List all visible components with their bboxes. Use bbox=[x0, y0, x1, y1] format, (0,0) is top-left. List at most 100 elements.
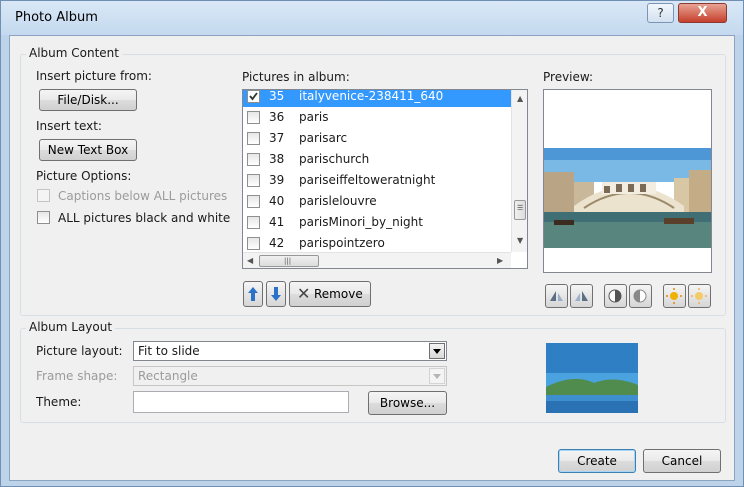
picture-layout-label: Picture layout: bbox=[36, 344, 123, 358]
rotate-left-button[interactable] bbox=[545, 284, 568, 308]
picture-number: 41 bbox=[269, 215, 285, 229]
chevron-down-icon[interactable] bbox=[429, 343, 445, 359]
captions-below-label: Captions below ALL pictures bbox=[58, 189, 228, 203]
picture-layout-select[interactable]: Fit to slide bbox=[133, 341, 447, 361]
picture-name: paris bbox=[299, 110, 329, 124]
window-title: Photo Album bbox=[15, 10, 98, 25]
picture-number: 40 bbox=[269, 194, 285, 208]
picture-number: 39 bbox=[269, 173, 285, 187]
remove-button[interactable]: ✕ Remove bbox=[289, 281, 371, 307]
contrast-down-icon bbox=[633, 289, 647, 303]
cancel-button[interactable]: Cancel bbox=[643, 449, 721, 473]
more-contrast-button[interactable] bbox=[604, 284, 627, 308]
scroll-down-arrow-icon[interactable]: ▼ bbox=[517, 236, 523, 245]
captions-below-checkbox[interactable] bbox=[37, 189, 50, 202]
frame-shape-value: Rectangle bbox=[138, 369, 198, 383]
remove-button-label: Remove bbox=[314, 287, 363, 301]
picture-number: 35 bbox=[269, 89, 285, 103]
more-brightness-button[interactable] bbox=[663, 284, 686, 308]
list-item[interactable]: 40 parislelouvre bbox=[243, 191, 511, 212]
list-item[interactable]: 35 italyvenice-238411_640 bbox=[243, 89, 511, 107]
create-button[interactable]: Create bbox=[558, 449, 636, 473]
album-layout-title: Album Layout bbox=[26, 320, 116, 334]
picture-checkbox[interactable] bbox=[247, 174, 260, 187]
rotate-right-button[interactable] bbox=[570, 284, 593, 308]
venice-bridge-preview-image bbox=[544, 90, 711, 272]
rotate-left-icon bbox=[550, 291, 563, 301]
layout-preview-image bbox=[544, 339, 640, 415]
frame-shape-label: Frame shape: bbox=[36, 369, 118, 383]
preview-pane bbox=[543, 89, 712, 273]
picture-checkbox[interactable] bbox=[247, 195, 260, 208]
brightness-down-icon bbox=[691, 288, 707, 304]
close-button[interactable]: X bbox=[678, 3, 727, 23]
picture-checkbox[interactable] bbox=[247, 153, 260, 166]
vertical-scroll-thumb[interactable]: ☰ bbox=[514, 200, 526, 220]
black-and-white-label: ALL pictures black and white bbox=[58, 211, 231, 225]
list-item[interactable]: 38 parischurch bbox=[243, 149, 511, 170]
file-disk-button-label: File/Disk... bbox=[57, 93, 119, 107]
theme-input[interactable] bbox=[133, 391, 349, 413]
black-and-white-checkbox[interactable] bbox=[37, 211, 50, 224]
insert-picture-from-label: Insert picture from: bbox=[36, 69, 152, 83]
theme-label: Theme: bbox=[36, 395, 82, 409]
list-item[interactable]: 41 parisMinori_by_night bbox=[243, 212, 511, 233]
list-item[interactable]: 42 parispointzero bbox=[243, 233, 511, 254]
dialog-body: Album Content Insert picture from: File/… bbox=[9, 35, 735, 481]
new-text-box-button-label: New Text Box bbox=[47, 143, 129, 157]
horizontal-scrollbar[interactable]: ◀ ||| ▶ bbox=[243, 252, 511, 268]
picture-name: pariseiffeltoweratnight bbox=[299, 173, 436, 187]
help-button[interactable]: ? bbox=[647, 3, 674, 23]
list-item[interactable]: 37 parisarc bbox=[243, 128, 511, 149]
picture-layout-value: Fit to slide bbox=[138, 344, 200, 358]
new-text-box-button[interactable]: New Text Box bbox=[39, 139, 137, 161]
remove-x-icon: ✕ bbox=[297, 284, 311, 303]
file-disk-button[interactable]: File/Disk... bbox=[39, 89, 137, 111]
picture-name: parislelouvre bbox=[299, 194, 377, 208]
scroll-left-arrow-icon[interactable]: ◀ bbox=[247, 256, 253, 265]
picture-name: parischurch bbox=[299, 152, 370, 166]
horizontal-scroll-thumb[interactable]: ||| bbox=[259, 255, 319, 267]
album-content-title: Album Content bbox=[26, 46, 122, 60]
scroll-right-arrow-icon[interactable]: ▶ bbox=[497, 256, 503, 265]
picture-number: 38 bbox=[269, 152, 285, 166]
move-up-button[interactable] bbox=[243, 281, 263, 307]
picture-name: parisMinori_by_night bbox=[299, 215, 423, 229]
picture-checkbox[interactable] bbox=[247, 111, 260, 124]
picture-checkbox[interactable] bbox=[247, 216, 260, 229]
less-contrast-button[interactable] bbox=[629, 284, 652, 308]
arrow-up-icon bbox=[248, 287, 258, 301]
preview-label: Preview: bbox=[543, 70, 594, 84]
rotate-right-icon bbox=[575, 291, 588, 301]
title-bar: Photo Album ? X bbox=[1, 1, 743, 35]
move-down-button[interactable] bbox=[266, 281, 286, 307]
pictures-list[interactable]: 35 italyvenice-238411_640 36 paris 37 parisar… bbox=[242, 89, 528, 269]
arrow-down-icon bbox=[271, 287, 281, 301]
brightness-up-icon bbox=[666, 288, 682, 304]
picture-name: parisarc bbox=[299, 131, 348, 145]
picture-checkbox[interactable] bbox=[247, 237, 260, 250]
picture-checkbox[interactable] bbox=[247, 90, 260, 103]
list-item[interactable]: 36 paris bbox=[243, 107, 511, 128]
picture-number: 42 bbox=[269, 236, 285, 250]
picture-name: parispointzero bbox=[299, 236, 385, 250]
pictures-in-album-label: Pictures in album: bbox=[242, 70, 350, 84]
scroll-up-arrow-icon[interactable]: ▲ bbox=[517, 94, 523, 103]
picture-name: italyvenice-238411_640 bbox=[299, 89, 444, 103]
cancel-button-label: Cancel bbox=[661, 454, 703, 468]
scroll-grip-icon: ||| bbox=[284, 257, 292, 265]
list-item[interactable]: 39 pariseiffeltoweratnight bbox=[243, 170, 511, 191]
frame-shape-select[interactable]: Rectangle bbox=[133, 366, 447, 386]
vertical-scrollbar[interactable]: ▲ ☰ ▼ bbox=[511, 90, 527, 252]
picture-checkbox[interactable] bbox=[247, 132, 260, 145]
browse-button[interactable]: Browse... bbox=[368, 391, 447, 415]
checkmark-icon bbox=[249, 92, 258, 101]
picture-options-label: Picture Options: bbox=[36, 169, 132, 183]
chevron-down-icon[interactable] bbox=[429, 368, 445, 384]
insert-text-label: Insert text: bbox=[36, 119, 102, 133]
less-brightness-button[interactable] bbox=[688, 284, 711, 308]
picture-number: 36 bbox=[269, 110, 285, 124]
dialog-window: Photo Album ? X Album Content Insert pic… bbox=[0, 0, 744, 487]
picture-number: 37 bbox=[269, 131, 285, 145]
browse-button-label: Browse... bbox=[379, 396, 436, 410]
